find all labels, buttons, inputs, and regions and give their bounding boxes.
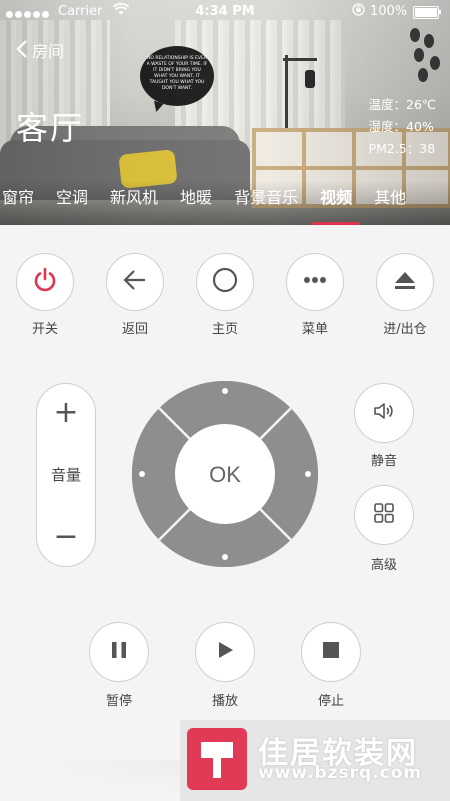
dpad-right-dot xyxy=(305,471,311,477)
environment-readings: 温度：26℃ 湿度：40% PM2.5：38 xyxy=(369,94,436,160)
eject-button[interactable] xyxy=(376,253,434,311)
menu-label: 菜单 xyxy=(301,322,328,337)
stop-icon xyxy=(320,639,342,665)
battery-icon xyxy=(413,6,441,19)
play-icon xyxy=(214,639,236,665)
power-label: 开关 xyxy=(31,322,58,337)
mute-speaker-icon xyxy=(372,399,396,427)
tab-video[interactable]: 视频 xyxy=(312,180,361,225)
ok-label: OK xyxy=(209,462,241,487)
volume-down-button[interactable]: − xyxy=(37,522,95,552)
stop-label: 停止 xyxy=(317,694,344,709)
dpad-down-dot xyxy=(222,554,228,560)
device-tabs: 窗帘 空调 新风机 地暖 背景音乐 视频 其他 xyxy=(0,180,450,225)
direction-pad: OK xyxy=(131,380,319,568)
tab-fresh-air[interactable]: 新风机 xyxy=(110,180,158,225)
watermark-logo xyxy=(187,728,247,790)
pause-label: 暂停 xyxy=(105,694,132,709)
mute-button[interactable] xyxy=(354,383,414,443)
room-title: 客厅 xyxy=(16,109,85,147)
home-button[interactable] xyxy=(196,253,254,311)
watermark-url: www.bzsrq.com xyxy=(258,763,423,783)
volume-control: + 音量 − xyxy=(36,383,96,567)
arrow-left-icon xyxy=(121,266,149,298)
rotation-lock-icon xyxy=(352,3,365,19)
home-label: 主页 xyxy=(211,322,238,337)
battery-percentage: 100% xyxy=(370,4,408,19)
return-button[interactable] xyxy=(106,253,164,311)
power-icon xyxy=(31,266,59,298)
menu-button[interactable] xyxy=(286,253,344,311)
grid-icon xyxy=(372,501,396,529)
play-button[interactable] xyxy=(195,622,255,682)
chevron-left-icon xyxy=(16,39,28,61)
play-label: 播放 xyxy=(211,694,238,709)
pm25-reading: PM2.5：38 xyxy=(368,141,436,156)
status-bar: Carrier 4:34 PM 100% xyxy=(0,0,450,24)
back-to-rooms-button[interactable]: 房间 xyxy=(16,38,64,62)
home-circle-icon xyxy=(211,266,239,298)
mute-label: 静音 xyxy=(370,454,397,469)
humidity-reading: 湿度：40% xyxy=(368,119,434,134)
pause-button[interactable] xyxy=(89,622,149,682)
back-label: 房间 xyxy=(32,42,65,61)
advanced-button[interactable] xyxy=(354,485,414,545)
temperature-reading: 温度：26℃ xyxy=(368,97,436,112)
tab-other[interactable]: 其他 xyxy=(374,180,406,225)
advanced-label: 高级 xyxy=(370,558,397,573)
eject-icon xyxy=(391,266,419,298)
tab-floor-heating[interactable]: 地暖 xyxy=(180,180,212,225)
dpad-up-dot xyxy=(222,388,228,394)
volume-label: 音量 xyxy=(50,466,81,484)
tab-background-music[interactable]: 背景音乐 xyxy=(234,180,298,225)
tab-air-conditioner[interactable]: 空调 xyxy=(56,180,88,225)
pause-icon xyxy=(108,639,130,665)
volume-up-button[interactable]: + xyxy=(37,398,95,428)
return-label: 返回 xyxy=(121,322,148,337)
more-dots-icon xyxy=(301,266,329,298)
power-button[interactable] xyxy=(16,253,74,311)
tab-curtain[interactable]: 窗帘 xyxy=(2,180,34,225)
eject-label: 进/出仓 xyxy=(383,322,427,337)
dpad-left-dot xyxy=(139,471,145,477)
stop-button[interactable] xyxy=(301,622,361,682)
